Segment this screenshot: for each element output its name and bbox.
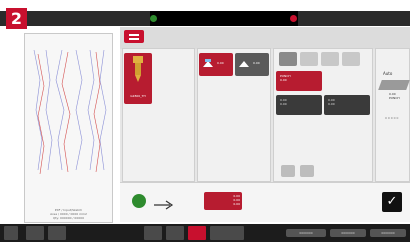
params-column	[273, 48, 373, 182]
status-green-dot	[150, 15, 157, 22]
step-number-badge: 2	[6, 8, 27, 29]
right-panel	[375, 48, 410, 182]
param-card[interactable]: PUNCH 0.00	[276, 71, 322, 91]
mode-button[interactable]	[210, 226, 244, 240]
param-card[interactable]: 0.00 0.00	[276, 95, 322, 115]
status-pill: 0000000	[286, 229, 326, 237]
preview-panel[interactable]: PXF / Input/Sketch Area / 0000 / 0000 mm…	[24, 33, 113, 223]
right-panel-sub: 0.00 PUNCH	[389, 92, 400, 100]
source-card-icon	[203, 59, 213, 67]
action-value-card-label: 0.00 0.00 0.00	[233, 194, 240, 206]
param-card-label: 0.00 0.00	[328, 98, 335, 106]
cursor-icon[interactable]	[300, 165, 314, 177]
right-panel-title: Auto	[383, 71, 393, 76]
param-card[interactable]: 0.00 0.00	[324, 95, 370, 115]
preview-icon	[33, 49, 107, 175]
source-card-label: 0.00	[217, 61, 224, 65]
mode-button[interactable]	[166, 226, 184, 240]
status-pill: 0000000	[330, 229, 366, 237]
source-card-icon	[239, 61, 249, 67]
param-mode-button[interactable]	[321, 52, 339, 66]
status-red-dot	[290, 15, 297, 22]
header-strip	[120, 27, 410, 49]
param-card-label: PUNCH 0.00	[280, 74, 291, 82]
status-pill: 0000000	[370, 229, 406, 237]
source-card[interactable]: 0.00	[235, 53, 269, 76]
menu-icon	[129, 38, 139, 40]
preview-caption-line: Qty: 000000 / 00000	[53, 216, 84, 220]
mode-button-active[interactable]	[188, 226, 206, 240]
action-value-card[interactable]: 0.00 0.00 0.00	[204, 192, 242, 210]
source-card-label: 0.00	[253, 61, 260, 65]
person-icon[interactable]	[48, 226, 66, 240]
top-status-bar	[0, 11, 410, 26]
status-center-strip	[150, 11, 298, 26]
tool-card-label: G2800_TH	[130, 94, 146, 98]
wrench-icon[interactable]	[26, 226, 44, 240]
param-card-label: 0.00 0.00	[280, 98, 287, 106]
source-card[interactable]: 0.00	[199, 53, 233, 76]
tool-icon	[133, 56, 143, 82]
plate-icon	[378, 80, 410, 90]
hand-icon[interactable]	[281, 165, 295, 177]
preview-caption: PXF / Input/Sketch Area / 0000 / 0000 mm…	[25, 208, 112, 220]
menu-icon	[129, 34, 139, 36]
param-mode-button[interactable]	[342, 52, 360, 66]
right-panel-note: 0 0 0 0 0	[385, 116, 399, 120]
arrow-right-icon	[152, 195, 174, 210]
param-mode-button[interactable]	[300, 52, 318, 66]
tool-card[interactable]: G2800_TH	[124, 53, 152, 104]
hamburger-icon[interactable]	[4, 226, 18, 240]
param-mode-button[interactable]	[279, 52, 297, 66]
mode-button[interactable]	[144, 226, 162, 240]
confirm-check-icon[interactable]: ✓	[382, 192, 402, 212]
power-icon[interactable]	[132, 194, 146, 208]
menu-button[interactable]	[124, 30, 144, 43]
